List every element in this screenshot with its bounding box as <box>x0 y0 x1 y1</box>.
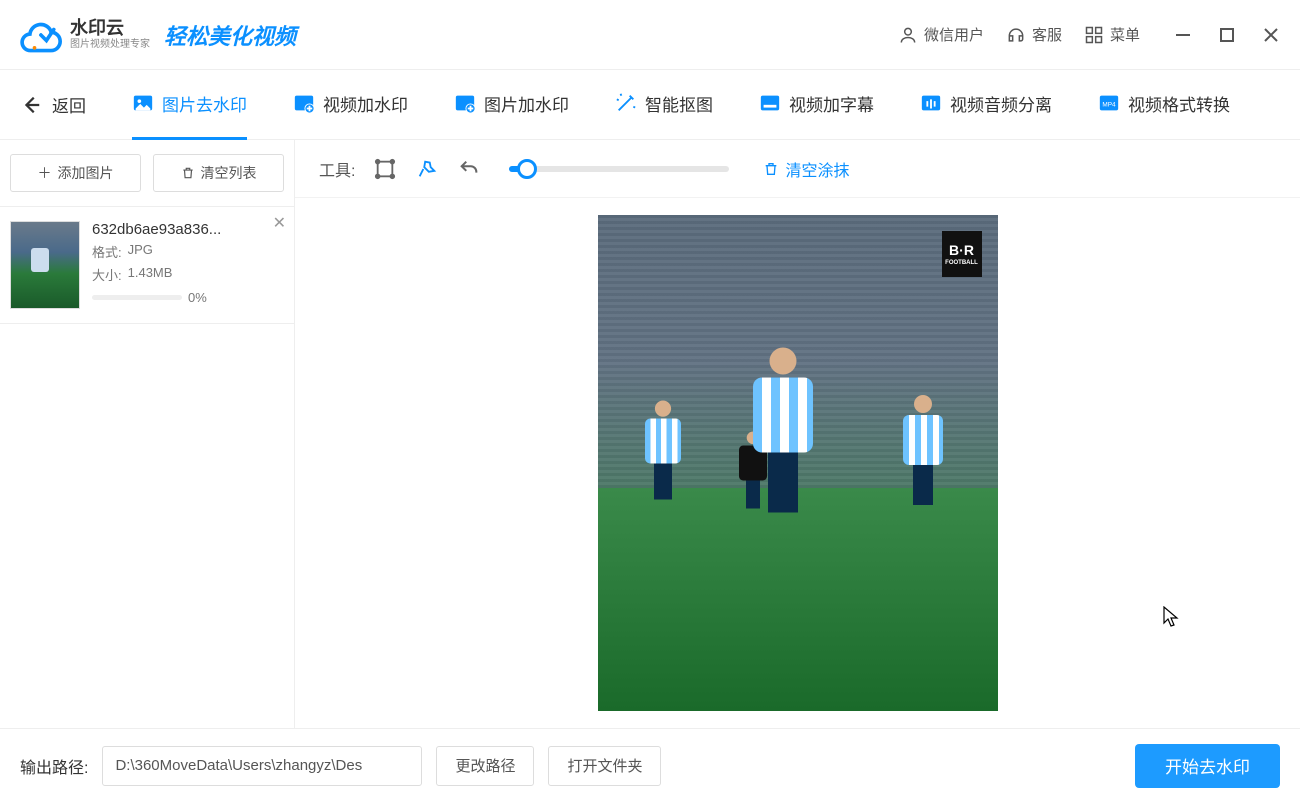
tab-label: 图片去水印 <box>162 91 247 116</box>
logo: 水印云 图片视频处理专家 <box>18 13 150 57</box>
file-name: 632db6ae93a836... <box>92 221 284 238</box>
support-label: 客服 <box>1032 24 1062 45</box>
tab-audio-separate[interactable]: 视频音频分离 <box>920 70 1052 140</box>
tab-image-remove-watermark[interactable]: 图片去水印 <box>132 70 247 140</box>
tab-video-subtitle[interactable]: 视频加字幕 <box>759 70 874 140</box>
tab-smart-cutout[interactable]: 智能抠图 <box>615 70 713 140</box>
start-remove-watermark-button[interactable]: 开始去水印 <box>1135 744 1280 788</box>
brand-name: 水印云 <box>70 19 150 39</box>
magic-wand-icon <box>615 92 637 114</box>
clear-list-label: 清空列表 <box>201 163 257 183</box>
br-badge: B·R FOOTBALL <box>942 231 982 277</box>
titlebar: 水印云 图片视频处理专家 轻松美化视频 微信用户 客服 菜单 <box>0 0 1300 70</box>
canvas-area: 工具: 清空涂抹 B·R FOOTBALL <box>295 140 1300 728</box>
sidebar: ＋ 添加图片 清空列表 632db6ae93a836... 格式: JPG 大小:… <box>0 140 295 728</box>
back-button[interactable]: 返回 <box>20 92 86 117</box>
brand-sub: 图片视频处理专家 <box>70 39 150 50</box>
slider-thumb[interactable] <box>517 159 537 179</box>
thumbnail <box>10 221 80 309</box>
trash-icon <box>763 161 779 177</box>
tab-image-add-watermark[interactable]: 图片加水印 <box>454 70 569 140</box>
preview-canvas[interactable]: B·R FOOTBALL <box>295 198 1300 728</box>
tab-video-add-watermark[interactable]: 视频加水印 <box>293 70 408 140</box>
editor-toolbar: 工具: 清空涂抹 <box>295 140 1300 198</box>
tools-label: 工具: <box>319 157 355 181</box>
output-path-label: 输出路径: <box>20 754 88 778</box>
badge-sub: FOOTBALL <box>945 260 978 266</box>
plus-icon: ＋ <box>38 163 52 183</box>
brush-tool[interactable] <box>415 157 439 181</box>
svg-text:MP4: MP4 <box>1102 102 1116 109</box>
support-button[interactable]: 客服 <box>1006 24 1062 45</box>
tab-labelónsson: 视频格式转换 <box>1128 91 1230 116</box>
remove-file-button[interactable]: ✕ <box>273 213 286 233</box>
workspace: ＋ 添加图片 清空列表 632db6ae93a836... 格式: JPG 大小:… <box>0 140 1300 728</box>
arrow-left-icon <box>20 94 42 116</box>
file-list-item[interactable]: 632db6ae93a836... 格式: JPG 大小: 1.43MB 0% ✕ <box>0 207 294 324</box>
open-folder-button[interactable]: 打开文件夹 <box>548 746 661 786</box>
video-icon <box>293 92 315 114</box>
minimize-button[interactable] <box>1172 24 1194 46</box>
headset-icon <box>1006 25 1026 45</box>
maximize-button[interactable] <box>1216 24 1238 46</box>
change-path-button[interactable]: 更改路径 <box>436 746 534 786</box>
output-path-input[interactable] <box>102 746 422 786</box>
brush-size-slider[interactable] <box>509 166 729 172</box>
convert-icon: MP4 <box>1098 92 1120 114</box>
progress-bar <box>92 295 182 300</box>
size-value: 1.43MB <box>128 265 173 284</box>
badge-text: B·R <box>949 242 974 258</box>
menu-label: 菜单 <box>1110 24 1140 45</box>
add-image-button[interactable]: ＋ 添加图片 <box>10 154 141 192</box>
menu-button[interactable]: 菜单 <box>1084 24 1140 45</box>
size-label: 大小: <box>92 265 122 284</box>
back-label: 返回 <box>52 92 86 117</box>
undo-button[interactable] <box>457 157 481 181</box>
progress-value: 0% <box>188 290 207 305</box>
bottombar: 输出路径: 更改路径 打开文件夹 开始去水印 <box>0 728 1300 802</box>
format-label: 格式: <box>92 242 122 261</box>
wechat-user-button[interactable]: 微信用户 <box>898 24 984 45</box>
image-icon <box>132 92 154 114</box>
user-icon <box>898 25 918 45</box>
main-tabs: 返回 图片去水印 视频加水印 图片加水印 智能抠图 视频加字幕 视频音频分离 M… <box>0 70 1300 140</box>
image-plus-icon <box>454 92 476 114</box>
audio-split-icon <box>920 92 942 114</box>
clear-smear-label: 清空涂抹 <box>785 157 849 181</box>
preview-image: B·R FOOTBALL <box>598 215 998 711</box>
wechat-user-label: 微信用户 <box>924 24 984 45</box>
tab-label: 智能抠图 <box>645 91 713 116</box>
clear-list-button[interactable]: 清空列表 <box>153 154 284 192</box>
clear-smear-button[interactable]: 清空涂抹 <box>763 157 849 181</box>
tab-video-convert[interactable]: MP4 视频格式转换 <box>1098 70 1230 140</box>
tab-label: 图片加水印 <box>484 91 569 116</box>
close-button[interactable] <box>1260 24 1282 46</box>
tab-label: 视频加水印 <box>323 91 408 116</box>
add-image-label: 添加图片 <box>58 163 114 183</box>
video-subtitle-icon <box>759 92 781 114</box>
cloud-logo-icon <box>18 13 62 57</box>
select-rect-tool[interactable] <box>373 157 397 181</box>
grid-icon <box>1084 25 1104 45</box>
tab-label: 视频加字幕 <box>789 91 874 116</box>
trash-icon <box>181 166 195 180</box>
tagline: 轻松美化视频 <box>164 19 296 51</box>
tab-label: 视频音频分离 <box>950 91 1052 116</box>
format-value: JPG <box>128 242 153 261</box>
